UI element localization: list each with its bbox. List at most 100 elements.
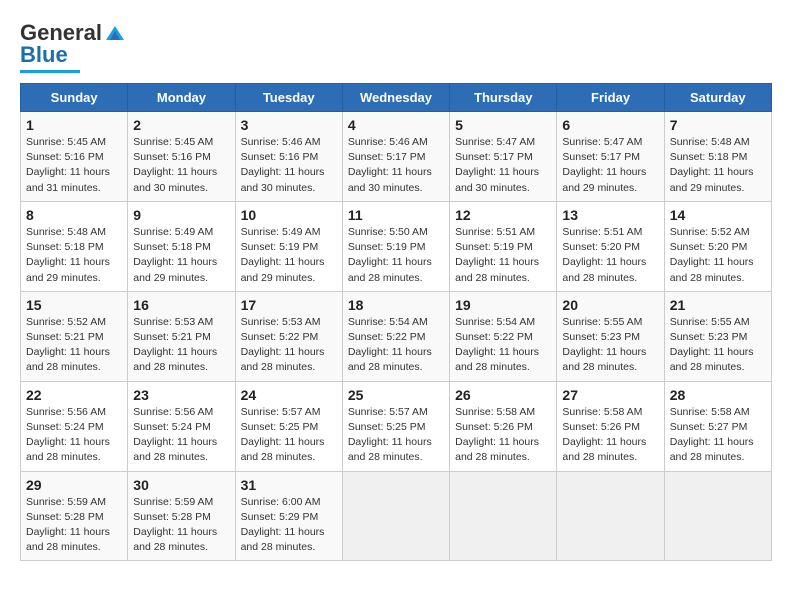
day-number: 14	[670, 207, 766, 223]
day-info: Sunrise: 5:48 AM Sunset: 5:18 PM Dayligh…	[26, 225, 122, 286]
day-cell: 1 Sunrise: 5:45 AM Sunset: 5:16 PM Daylig…	[21, 112, 128, 202]
day-number: 17	[241, 297, 337, 313]
day-number: 8	[26, 207, 122, 223]
day-number: 2	[133, 117, 229, 133]
day-cell: 18 Sunrise: 5:54 AM Sunset: 5:22 PM Dayli…	[342, 291, 449, 381]
day-info: Sunrise: 5:48 AM Sunset: 5:18 PM Dayligh…	[670, 135, 766, 196]
day-number: 26	[455, 387, 551, 403]
day-number: 25	[348, 387, 444, 403]
day-cell: 31Sunrise: 6:00 AM Sunset: 5:29 PM Dayli…	[235, 471, 342, 561]
day-cell: 16 Sunrise: 5:53 AM Sunset: 5:21 PM Dayli…	[128, 291, 235, 381]
day-info: Sunrise: 5:56 AM Sunset: 5:24 PM Dayligh…	[26, 405, 122, 466]
day-cell: 15 Sunrise: 5:52 AM Sunset: 5:21 PM Dayli…	[21, 291, 128, 381]
day-cell	[557, 471, 664, 561]
day-info: Sunrise: 5:58 AM Sunset: 5:26 PM Dayligh…	[562, 405, 658, 466]
day-cell: 5Sunrise: 5:47 AM Sunset: 5:17 PM Daylig…	[450, 112, 557, 202]
day-info: Sunrise: 5:57 AM Sunset: 5:25 PM Dayligh…	[348, 405, 444, 466]
day-info: Sunrise: 5:54 AM Sunset: 5:22 PM Dayligh…	[455, 315, 551, 376]
header-tuesday: Tuesday	[235, 84, 342, 112]
day-number: 10	[241, 207, 337, 223]
day-number: 3	[241, 117, 337, 133]
day-info: Sunrise: 5:59 AM Sunset: 5:28 PM Dayligh…	[26, 495, 122, 556]
logo-icon	[104, 22, 126, 44]
day-number: 4	[348, 117, 444, 133]
day-info: Sunrise: 5:53 AM Sunset: 5:21 PM Dayligh…	[133, 315, 229, 376]
day-cell: 17 Sunrise: 5:53 AM Sunset: 5:22 PM Dayli…	[235, 291, 342, 381]
day-number: 24	[241, 387, 337, 403]
day-number: 15	[26, 297, 122, 313]
header-row: SundayMondayTuesdayWednesdayThursdayFrid…	[21, 84, 772, 112]
week-row-3: 15 Sunrise: 5:52 AM Sunset: 5:21 PM Dayli…	[21, 291, 772, 381]
day-info: Sunrise: 5:45 AM Sunset: 5:16 PM Dayligh…	[133, 135, 229, 196]
day-number: 28	[670, 387, 766, 403]
day-cell: 26 Sunrise: 5:58 AM Sunset: 5:26 PM Dayli…	[450, 381, 557, 471]
header-wednesday: Wednesday	[342, 84, 449, 112]
day-cell: 3 Sunrise: 5:46 AM Sunset: 5:16 PM Daylig…	[235, 112, 342, 202]
day-cell: 22Sunrise: 5:56 AM Sunset: 5:24 PM Dayli…	[21, 381, 128, 471]
day-cell: 11 Sunrise: 5:50 AM Sunset: 5:19 PM Dayli…	[342, 201, 449, 291]
day-info: Sunrise: 5:54 AM Sunset: 5:22 PM Dayligh…	[348, 315, 444, 376]
day-cell: 4Sunrise: 5:46 AM Sunset: 5:17 PM Daylig…	[342, 112, 449, 202]
day-cell: 25 Sunrise: 5:57 AM Sunset: 5:25 PM Dayli…	[342, 381, 449, 471]
day-info: Sunrise: 5:46 AM Sunset: 5:16 PM Dayligh…	[241, 135, 337, 196]
header-monday: Monday	[128, 84, 235, 112]
day-number: 18	[348, 297, 444, 313]
day-number: 6	[562, 117, 658, 133]
day-cell: 13 Sunrise: 5:51 AM Sunset: 5:20 PM Dayli…	[557, 201, 664, 291]
header-sunday: Sunday	[21, 84, 128, 112]
day-cell: 20 Sunrise: 5:55 AM Sunset: 5:23 PM Dayli…	[557, 291, 664, 381]
day-number: 12	[455, 207, 551, 223]
day-info: Sunrise: 5:58 AM Sunset: 5:27 PM Dayligh…	[670, 405, 766, 466]
day-cell: 29 Sunrise: 5:59 AM Sunset: 5:28 PM Dayli…	[21, 471, 128, 561]
day-number: 1	[26, 117, 122, 133]
day-cell: 28 Sunrise: 5:58 AM Sunset: 5:27 PM Dayli…	[664, 381, 771, 471]
day-cell: 27 Sunrise: 5:58 AM Sunset: 5:26 PM Dayli…	[557, 381, 664, 471]
day-cell: 12 Sunrise: 5:51 AM Sunset: 5:19 PM Dayli…	[450, 201, 557, 291]
day-cell: 7Sunrise: 5:48 AM Sunset: 5:18 PM Daylig…	[664, 112, 771, 202]
day-number: 21	[670, 297, 766, 313]
header-thursday: Thursday	[450, 84, 557, 112]
week-row-1: 1 Sunrise: 5:45 AM Sunset: 5:16 PM Daylig…	[21, 112, 772, 202]
day-number: 30	[133, 477, 229, 493]
day-cell: 21Sunrise: 5:55 AM Sunset: 5:23 PM Dayli…	[664, 291, 771, 381]
day-cell	[450, 471, 557, 561]
day-info: Sunrise: 5:56 AM Sunset: 5:24 PM Dayligh…	[133, 405, 229, 466]
day-cell: 14Sunrise: 5:52 AM Sunset: 5:20 PM Dayli…	[664, 201, 771, 291]
day-info: Sunrise: 5:51 AM Sunset: 5:19 PM Dayligh…	[455, 225, 551, 286]
header-saturday: Saturday	[664, 84, 771, 112]
day-number: 5	[455, 117, 551, 133]
logo-underline	[20, 70, 80, 73]
day-number: 16	[133, 297, 229, 313]
day-info: Sunrise: 5:49 AM Sunset: 5:19 PM Dayligh…	[241, 225, 337, 286]
day-cell: 8 Sunrise: 5:48 AM Sunset: 5:18 PM Daylig…	[21, 201, 128, 291]
logo: General Blue	[20, 20, 126, 73]
page-header: General Blue	[20, 20, 772, 73]
day-number: 9	[133, 207, 229, 223]
week-row-2: 8 Sunrise: 5:48 AM Sunset: 5:18 PM Daylig…	[21, 201, 772, 291]
day-info: Sunrise: 5:53 AM Sunset: 5:22 PM Dayligh…	[241, 315, 337, 376]
day-info: Sunrise: 5:57 AM Sunset: 5:25 PM Dayligh…	[241, 405, 337, 466]
day-info: Sunrise: 5:51 AM Sunset: 5:20 PM Dayligh…	[562, 225, 658, 286]
day-number: 11	[348, 207, 444, 223]
day-info: Sunrise: 5:50 AM Sunset: 5:19 PM Dayligh…	[348, 225, 444, 286]
day-cell: 9 Sunrise: 5:49 AM Sunset: 5:18 PM Daylig…	[128, 201, 235, 291]
day-info: Sunrise: 5:45 AM Sunset: 5:16 PM Dayligh…	[26, 135, 122, 196]
day-info: Sunrise: 5:55 AM Sunset: 5:23 PM Dayligh…	[562, 315, 658, 376]
day-cell: 30 Sunrise: 5:59 AM Sunset: 5:28 PM Dayli…	[128, 471, 235, 561]
day-number: 29	[26, 477, 122, 493]
day-number: 27	[562, 387, 658, 403]
day-info: Sunrise: 5:52 AM Sunset: 5:21 PM Dayligh…	[26, 315, 122, 376]
logo-blue: Blue	[20, 42, 68, 68]
day-cell	[664, 471, 771, 561]
day-info: Sunrise: 5:47 AM Sunset: 5:17 PM Dayligh…	[562, 135, 658, 196]
day-info: Sunrise: 5:49 AM Sunset: 5:18 PM Dayligh…	[133, 225, 229, 286]
day-cell: 19Sunrise: 5:54 AM Sunset: 5:22 PM Dayli…	[450, 291, 557, 381]
day-info: Sunrise: 6:00 AM Sunset: 5:29 PM Dayligh…	[241, 495, 337, 556]
header-friday: Friday	[557, 84, 664, 112]
day-number: 20	[562, 297, 658, 313]
day-info: Sunrise: 5:59 AM Sunset: 5:28 PM Dayligh…	[133, 495, 229, 556]
day-info: Sunrise: 5:58 AM Sunset: 5:26 PM Dayligh…	[455, 405, 551, 466]
day-number: 23	[133, 387, 229, 403]
day-number: 13	[562, 207, 658, 223]
day-cell: 24 Sunrise: 5:57 AM Sunset: 5:25 PM Dayli…	[235, 381, 342, 471]
